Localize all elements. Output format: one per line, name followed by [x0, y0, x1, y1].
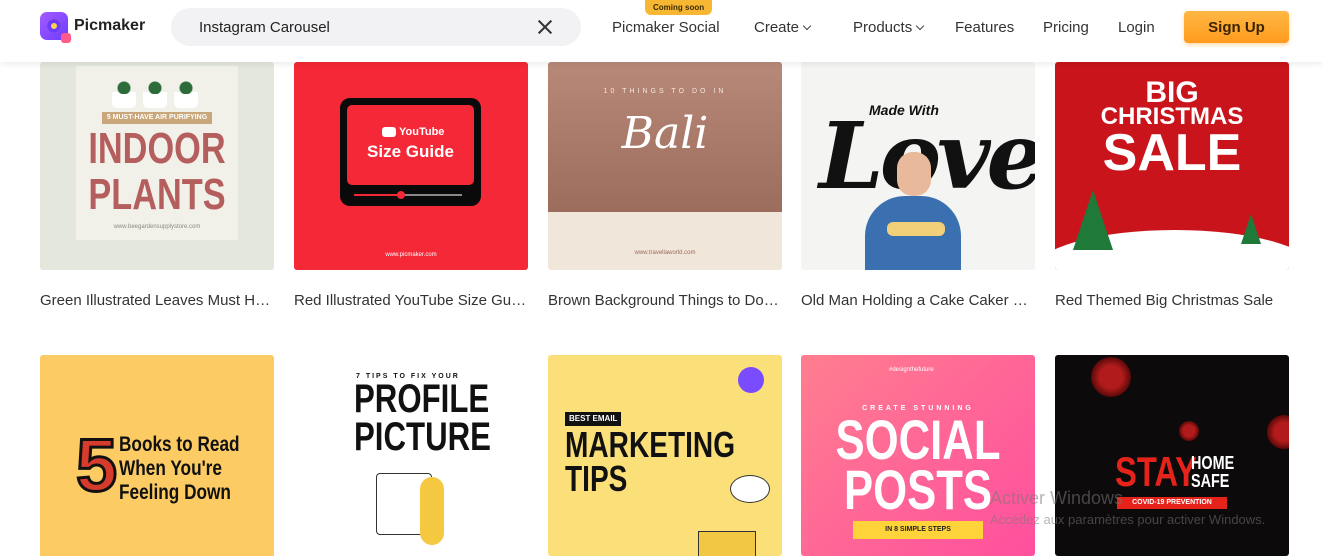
thumb-heading: SAFE	[1191, 471, 1230, 491]
top-navbar: Picmaker Coming soon Picmaker Social Cre…	[0, 0, 1323, 62]
thumb-heading: Bali	[621, 108, 709, 159]
tree-icon	[1241, 214, 1261, 244]
chevron-down-icon	[802, 21, 812, 31]
thumb-tag: 5 MUST-HAVE AIR PURIFYING	[102, 112, 212, 124]
windows-activation-watermark: Activer Windows	[990, 488, 1124, 508]
tree-icon	[1073, 190, 1113, 250]
clear-search-icon[interactable]	[535, 17, 555, 37]
template-thumbnail[interactable]: BEST EMAIL MARKETING TIPS	[548, 355, 782, 556]
picmaker-logo[interactable]: Picmaker	[40, 12, 146, 43]
template-title[interactable]: Green Illustrated Leaves Must Have Air P…	[40, 292, 274, 309]
virus-icon	[1267, 415, 1289, 449]
thumb-url: www.beegardensupplystore.com	[113, 224, 201, 230]
nav-create[interactable]: Create	[754, 19, 812, 36]
thumb-heading: PLANTS	[88, 170, 226, 219]
template-title[interactable]: Brown Background Things to Do in Bali	[548, 292, 782, 309]
windows-activation-subtext: Accédez aux paramètres pour activer Wind…	[990, 512, 1266, 527]
thumb-heading: When You're	[119, 457, 222, 480]
nav-picmaker-social[interactable]: Picmaker Social	[612, 19, 720, 36]
virus-icon	[1179, 421, 1199, 441]
template-thumbnail[interactable]: YouTube Size Guide www.picmaker.com	[294, 62, 528, 270]
thumb-hashtag: #designthefuture	[889, 367, 934, 373]
thumb-footer: IN 8 SIMPLE STEPS	[853, 521, 983, 539]
picmaker-logo-icon	[738, 367, 764, 393]
sign-up-button[interactable]: Sign Up	[1184, 11, 1289, 43]
nav-products[interactable]: Products	[853, 19, 925, 36]
nav-features[interactable]: Features	[955, 19, 1014, 36]
nav-products-label: Products	[853, 19, 913, 36]
thumb-tag: 10 THINGS TO DO IN	[603, 88, 727, 95]
template-title[interactable]: Red Illustrated YouTube Size Guide	[294, 292, 528, 309]
thumb-heading: POSTS	[843, 458, 993, 521]
speech-bubble-icon	[730, 475, 770, 503]
template-thumbnail[interactable]: 5 Books to Read When You're Feeling Down	[40, 355, 274, 556]
nav-pricing[interactable]: Pricing	[1043, 19, 1089, 36]
thumb-url: www.travellaworld.com	[634, 250, 696, 256]
virus-icon	[1091, 357, 1131, 397]
thumb-url: www.picmaker.com	[385, 252, 437, 258]
template-thumbnail[interactable]: 5 MUST-HAVE AIR PURIFYING INDOOR PLANTS …	[40, 62, 274, 270]
nav-login[interactable]: Login	[1118, 19, 1155, 36]
thumb-heading: Love	[819, 102, 1035, 210]
thumb-heading: STAY	[1115, 448, 1197, 495]
chevron-down-icon	[915, 21, 925, 31]
thumb-number: 5	[74, 424, 118, 507]
template-thumbnail[interactable]: BIG CHRISTMAS SALE	[1055, 62, 1289, 270]
search-input[interactable]	[199, 8, 529, 46]
thumb-heading: Size Guide	[367, 142, 454, 161]
picmaker-logo-icon	[40, 12, 71, 43]
thumb-heading: Feeling Down	[119, 481, 231, 504]
nav-create-label: Create	[754, 19, 800, 36]
template-title[interactable]: Old Man Holding a Cake Caker Made With L…	[801, 292, 1035, 309]
template-title[interactable]: Red Themed Big Christmas Sale	[1055, 292, 1289, 309]
template-thumbnail[interactable]: 10 THINGS TO DO IN Bali www.travellaworl…	[548, 62, 782, 270]
template-thumbnail[interactable]: 7 TIPS TO FIX YOUR PROFILE PICTURE	[294, 355, 528, 556]
search-bar	[171, 8, 581, 46]
thumb-heading: INDOOR	[88, 124, 226, 173]
thumb-brand: YouTube	[399, 126, 445, 138]
thumb-footer: COVID-19 PREVENTION	[1117, 497, 1227, 509]
thumb-heading: PICTURE	[354, 415, 491, 459]
template-thumbnail[interactable]: Made With Love	[801, 62, 1035, 270]
youtube-icon	[382, 127, 396, 137]
envelope-icon	[698, 531, 756, 556]
thumb-heading: TIPS	[565, 458, 628, 499]
logo-text: Picmaker	[74, 17, 146, 34]
thumb-heading: SALE	[1102, 124, 1242, 182]
thumb-heading: PROFILE	[354, 377, 490, 421]
thumb-heading: HOME	[1191, 453, 1235, 473]
coming-soon-badge: Coming soon	[645, 0, 713, 15]
thumb-heading: Books to Read	[119, 433, 240, 456]
